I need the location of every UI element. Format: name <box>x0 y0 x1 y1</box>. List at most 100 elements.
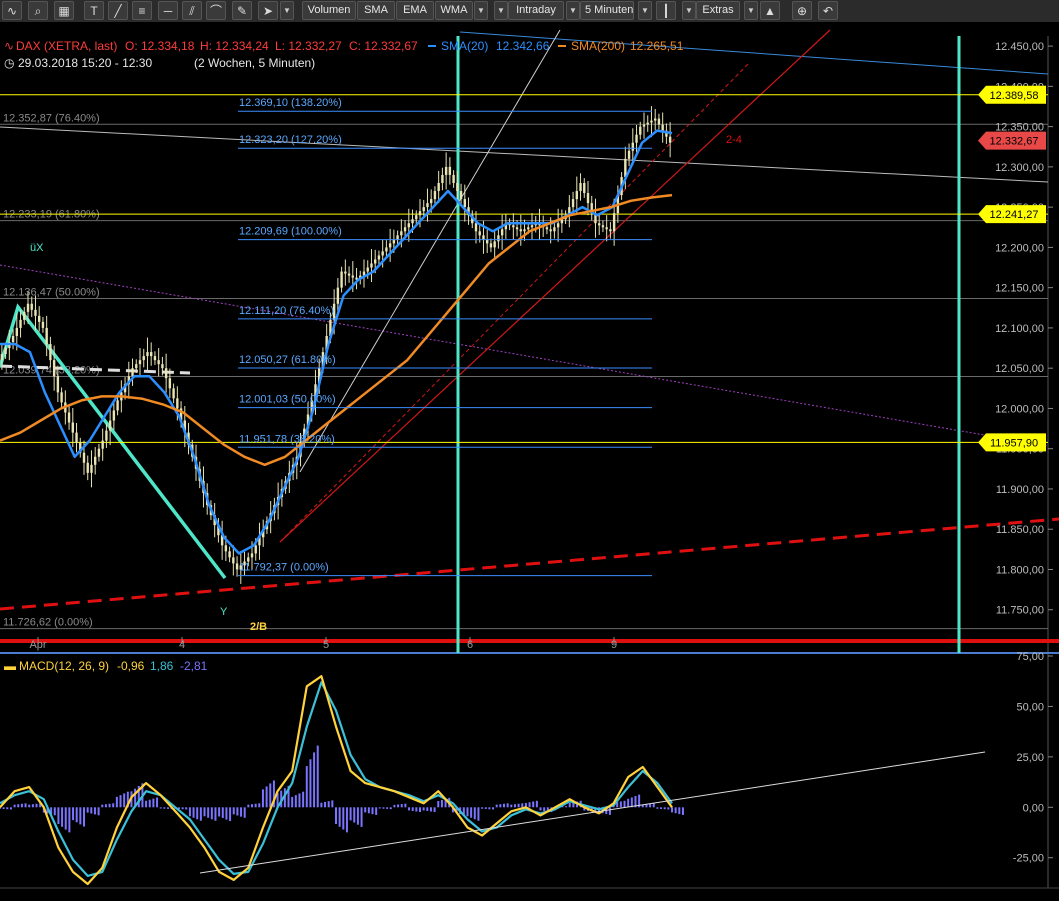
candle-body <box>381 251 384 256</box>
annotation-y: Y <box>220 606 228 618</box>
macd-value: -0,96 <box>117 659 145 673</box>
candle-body <box>441 174 444 183</box>
candle-body <box>30 303 33 310</box>
low-value: L: 12.332,27 <box>275 39 342 53</box>
price-axis-label: 12.000,00 <box>995 403 1044 415</box>
candle-body <box>97 448 101 457</box>
fib-level-label: 12.111,20 (76.40%) <box>239 305 334 317</box>
pencil-icon[interactable]: ✎ <box>232 1 252 20</box>
candle-body <box>11 335 15 343</box>
fib-level-label: 12.323,20 (127.20%) <box>239 134 342 146</box>
horizontal-line-icon[interactable]: ─ <box>158 1 178 20</box>
line-tool-icon[interactable]: ╱ <box>108 1 128 20</box>
candle-body <box>4 348 7 355</box>
arc-tool-icon[interactable]: ⌒ <box>206 1 226 20</box>
candle-body <box>374 259 377 264</box>
sma-button[interactable]: SMA <box>357 1 395 20</box>
candle-body <box>459 191 463 200</box>
open-value: O: 12.334,18 <box>125 39 195 53</box>
price-axis-label: 12.100,00 <box>995 323 1044 335</box>
candle-body <box>254 545 257 554</box>
candle-body <box>41 321 45 328</box>
candle-body <box>228 551 231 558</box>
fibonacci-tool-icon[interactable]: ≡ <box>132 1 152 20</box>
chart-type-chevron[interactable]: ▼ <box>638 1 652 20</box>
candlestick-icon[interactable]: ┃ <box>656 1 676 20</box>
sma200-legend-swatch <box>558 45 566 47</box>
left-fib-label: 12.233,19 (61.80%) <box>3 209 100 221</box>
candle-body <box>456 182 459 192</box>
intraday-button[interactable]: Intraday <box>508 1 564 20</box>
left-fib-label: 12.136,47 (50.00%) <box>3 287 100 299</box>
candle-body <box>407 223 410 228</box>
price-level-label: 11.957,90 <box>990 437 1038 449</box>
candle-body <box>82 452 86 463</box>
time-axis-label: 6 <box>467 639 473 651</box>
text-tool-icon[interactable]: T <box>84 1 104 20</box>
price-chart[interactable]: 12.352,87 (76.40%) 12.233,19 (61.80%) 12.1… <box>0 22 1059 901</box>
candle-body <box>235 563 239 570</box>
left-fib-label: 12.352,87 (76.40%) <box>3 112 100 124</box>
interval-chevron[interactable]: ▼ <box>566 1 580 20</box>
candle-body <box>340 271 343 288</box>
candle-body <box>385 247 388 252</box>
candle-body <box>15 327 18 336</box>
candle-body <box>86 462 89 473</box>
extras-button[interactable]: Extras <box>696 1 740 20</box>
candle-body <box>654 118 657 121</box>
interval-button[interactable]: 5 Minuten <box>580 1 634 20</box>
sma20-value: 12.342,66 <box>496 39 550 53</box>
period-label: (2 Wochen, 5 Minuten) <box>194 56 315 70</box>
time-axis-label: 5 <box>323 639 329 651</box>
candle-body <box>34 309 37 316</box>
candle-body <box>426 203 429 208</box>
candle-body <box>67 412 71 423</box>
macd-axis-label: 75,00 <box>1016 651 1044 663</box>
wave-icon[interactable]: ∿ <box>2 1 22 20</box>
intraday-chevron[interactable]: ▼ <box>494 1 508 20</box>
grid-icon[interactable]: ▦ <box>54 1 74 20</box>
price-axis-label: 11.900,00 <box>996 484 1044 496</box>
price-axis-label: 11.800,00 <box>996 564 1044 576</box>
tools-dropdown-chevron[interactable]: ▼ <box>280 1 294 20</box>
cursor-icon[interactable]: ➤ <box>258 1 278 20</box>
volumen-button[interactable]: Volumen <box>302 1 356 20</box>
candle-body <box>19 319 22 328</box>
candle-body <box>545 227 549 230</box>
fib-level-label: 11.792,37 (0.00%) <box>239 562 329 574</box>
alert-chevron[interactable]: ▼ <box>744 1 758 20</box>
wma-button[interactable]: WMA <box>435 1 473 20</box>
extras-chevron[interactable]: ▼ <box>682 1 696 20</box>
candle-body <box>422 207 425 212</box>
candle-body <box>26 303 30 312</box>
price-axis-label: 12.050,00 <box>995 363 1044 375</box>
indicator-dropdown-chevron[interactable]: ▼ <box>474 1 488 20</box>
candle-body <box>661 124 664 131</box>
candle-body <box>598 223 601 226</box>
candle-body <box>556 223 560 228</box>
candle-body <box>452 174 455 183</box>
annotation-ux: üX <box>30 242 44 254</box>
price-axis-label: 11.750,00 <box>996 605 1044 617</box>
candle-body <box>415 215 418 220</box>
undo-icon[interactable]: ↶ <box>818 1 838 20</box>
candle-body <box>433 191 437 200</box>
candle-body <box>176 398 179 409</box>
ema-button[interactable]: EMA <box>396 1 434 20</box>
candle-body <box>586 193 590 204</box>
candle-body <box>527 227 530 230</box>
candle-body <box>56 376 60 393</box>
search-icon[interactable]: ⌕ <box>28 1 48 20</box>
candle-body <box>642 124 646 127</box>
candle-body <box>366 267 369 272</box>
candle-body <box>49 344 52 361</box>
channel-tool-icon[interactable]: ⫽ <box>182 1 202 20</box>
candle-body <box>463 199 466 208</box>
bell-icon[interactable]: ▲ <box>760 1 780 20</box>
fib-level-label: 12.001,03 (50.00%) <box>239 394 336 406</box>
candle-body <box>377 255 381 260</box>
candle-body <box>549 229 552 232</box>
candle-body <box>646 122 649 125</box>
zoom-icon[interactable]: ⊕ <box>792 1 812 20</box>
candle-body <box>474 223 478 232</box>
